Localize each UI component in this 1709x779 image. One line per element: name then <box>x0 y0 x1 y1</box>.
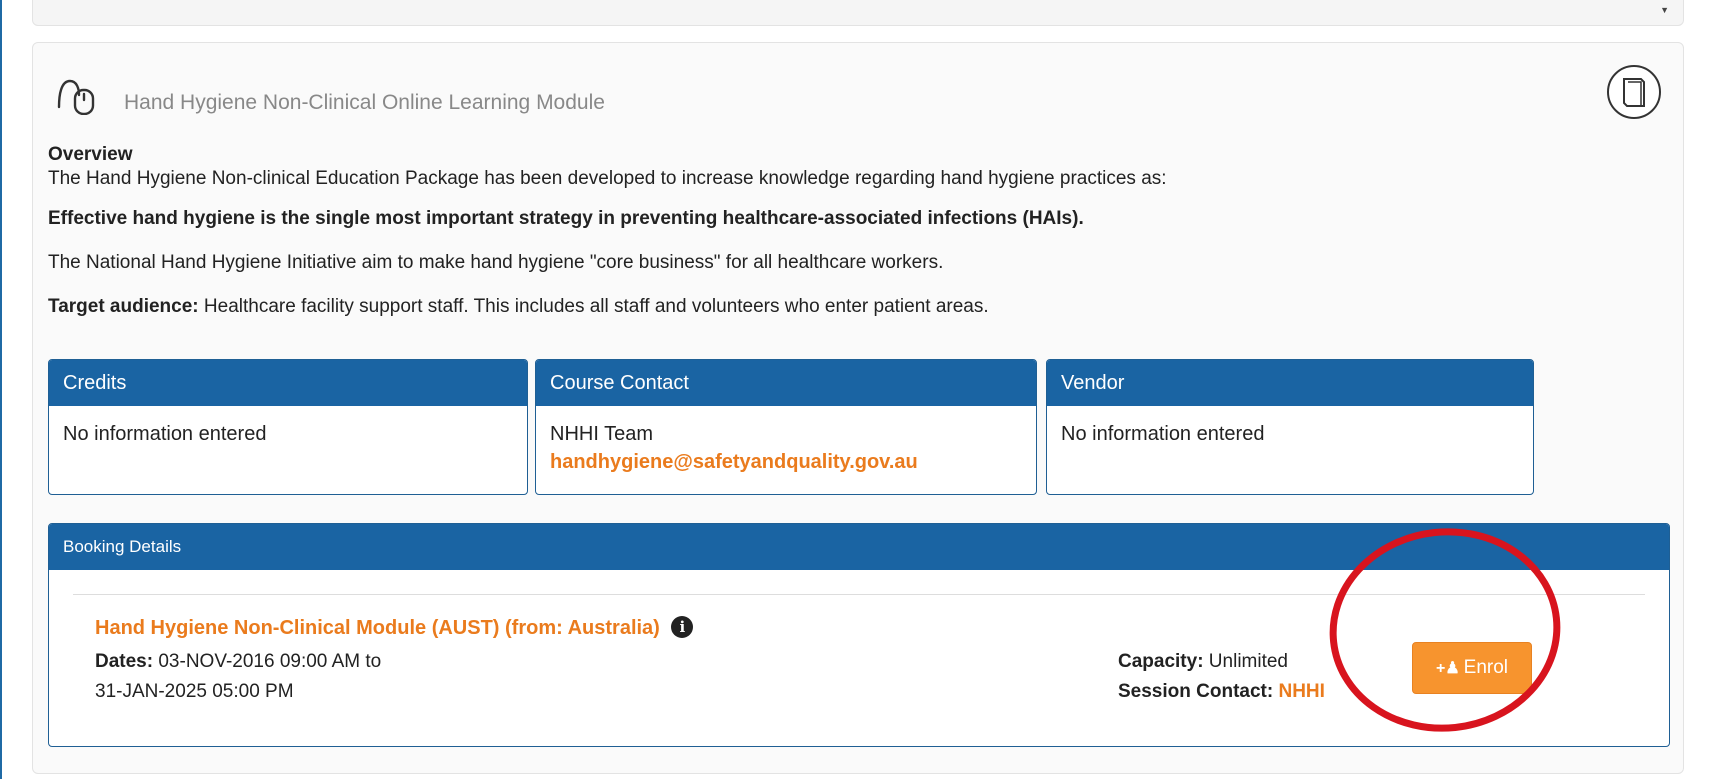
course-title[interactable]: Hand Hygiene Non-Clinical Online Learnin… <box>124 91 605 115</box>
overview-heading: Overview <box>48 144 133 165</box>
mouse-icon <box>57 79 95 115</box>
initiative-text: The National Hand Hygiene Initiative aim… <box>48 252 944 273</box>
session-title-link[interactable]: Hand Hygiene Non-Clinical Module (AUST) … <box>95 617 660 639</box>
session-contact-label: Session Contact: <box>1118 681 1274 702</box>
dates-end: 31-JAN-2025 05:00 PM <box>95 681 294 702</box>
booking-details-heading: Booking Details <box>49 524 1669 570</box>
session-capacity-contact: Capacity: Unlimited Session Contact: NHH… <box>1118 647 1325 707</box>
credits-heading: Credits <box>49 360 527 406</box>
target-audience: Target audience: Healthcare facility sup… <box>48 295 1663 319</box>
course-contact-body: NHHI Team handhygiene@safetyandquality.g… <box>536 406 1036 490</box>
contact-email-link[interactable]: handhygiene@safetyandquality.gov.au <box>550 448 1022 476</box>
credits-box: Credits No information entered <box>48 359 528 495</box>
info-icon[interactable]: i <box>671 615 694 638</box>
vendor-heading: Vendor <box>1047 360 1533 406</box>
vendor-box: Vendor No information entered <box>1046 359 1534 495</box>
dates-label: Dates: <box>95 651 154 672</box>
credits-value: No information entered <box>63 423 267 445</box>
left-border <box>0 0 2 779</box>
previous-course-card: ▼ <box>32 0 1684 26</box>
booking-details-panel: Booking Details Hand Hygiene Non-Clinica… <box>48 523 1670 747</box>
course-card: Hand Hygiene Non-Clinical Online Learnin… <box>32 42 1684 774</box>
divider <box>73 594 1645 595</box>
enrol-label: Enrol <box>1463 657 1509 678</box>
session-dates: Dates: 03-NOV-2016 09:00 AM to 31-JAN-20… <box>95 647 381 707</box>
course-description: Overview The Hand Hygiene Non-clinical E… <box>48 143 1663 319</box>
vendor-value: No information entered <box>1061 423 1265 445</box>
caret-down-icon[interactable]: ▼ <box>1660 5 1669 15</box>
target-audience-label: Target audience: <box>48 296 199 317</box>
overview-text: The Hand Hygiene Non-clinical Education … <box>48 168 1167 189</box>
session-contact-link[interactable]: NHHI <box>1278 681 1324 702</box>
contact-name: NHHI Team <box>550 423 653 445</box>
book-icon[interactable] <box>1605 63 1663 121</box>
capacity-value: Unlimited <box>1203 651 1289 672</box>
course-info-boxes: Credits No information entered Course Co… <box>48 359 1670 495</box>
session-title: Hand Hygiene Non-Clinical Module (AUST) … <box>95 615 694 640</box>
target-audience-text: Healthcare facility support staff. This … <box>198 296 989 317</box>
course-header: Hand Hygiene Non-Clinical Online Learnin… <box>53 63 1663 119</box>
key-message: Effective hand hygiene is the single mos… <box>48 208 1084 229</box>
dates-start: 03-NOV-2016 09:00 AM to <box>153 651 382 672</box>
course-contact-box: Course Contact NHHI Team handhygiene@saf… <box>535 359 1037 495</box>
enrol-button[interactable]: +♟ Enrol <box>1412 642 1532 694</box>
add-user-icon: +♟ <box>1435 660 1460 677</box>
capacity-label: Capacity: <box>1118 651 1204 672</box>
course-contact-heading: Course Contact <box>536 360 1036 406</box>
